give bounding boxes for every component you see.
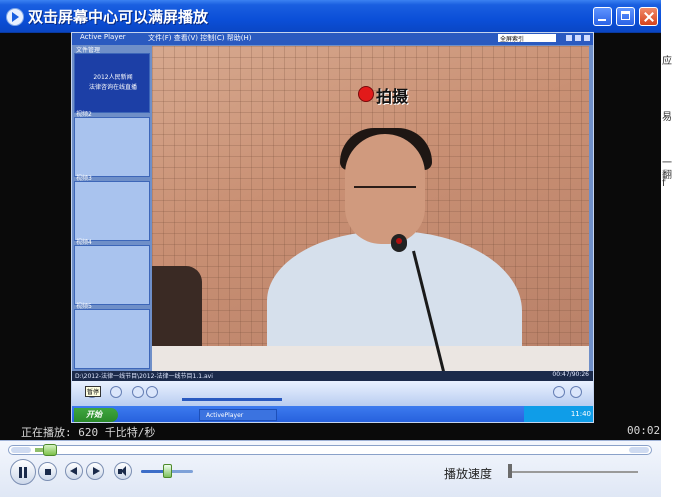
microphone-icon: [391, 234, 407, 252]
control-panel: 播放速度: [0, 440, 661, 497]
inner-maximize-icon: [575, 35, 581, 41]
inner-minimize-icon: [566, 35, 572, 41]
inner-thumbnail: 视频2: [74, 111, 150, 177]
mute-button[interactable]: [114, 462, 132, 480]
title-bar[interactable]: 双击屏幕中心可以满屏播放: [0, 0, 661, 33]
seek-thumb[interactable]: [43, 444, 57, 456]
thumbnail-text: 2012人民新闻: [93, 74, 133, 81]
glasses-shape: [354, 186, 416, 202]
speed-thumb[interactable]: [508, 464, 512, 478]
inner-app-name: Active Player: [80, 33, 126, 41]
inner-tooltip: 暂停: [85, 386, 102, 397]
inner-thumbnail: 视频5: [74, 303, 150, 369]
thumbnail-label: 视频4: [76, 239, 92, 246]
inner-task-item: ActivePlayer: [199, 409, 277, 421]
previous-button[interactable]: [65, 462, 83, 480]
player-window: 双击屏幕中心可以满屏播放 Active Player 文件(F) 查看(V) 控…: [0, 0, 661, 497]
volume-thumb[interactable]: [163, 464, 172, 478]
inner-thumbnail: 文件管理 2012人民新闻 法律咨询在线直播: [74, 47, 150, 113]
elapsed-time: 00:02: [627, 424, 661, 437]
volume-fill: [141, 470, 165, 473]
close-button[interactable]: [639, 7, 658, 26]
inner-clock: 11:40: [570, 410, 591, 418]
inner-settings-icon: [146, 386, 158, 398]
thumbnail-label: 视频2: [76, 111, 92, 118]
inner-taskbar: 开始 ActivePlayer 11:40: [72, 406, 593, 422]
playback-status: 正在播放: 620 千比特/秒: [21, 426, 156, 439]
inner-status-bar: D:\2012-法律一线节目\2012-法律一线节目1.1.avi 00:47/…: [72, 371, 593, 381]
inner-thumbnail-list: 文件管理 2012人民新闻 法律咨询在线直播 视频2 视频3 视频4 视频5: [74, 47, 151, 373]
pause-button[interactable]: [10, 459, 36, 485]
seek-forward-icon[interactable]: [629, 447, 649, 453]
seek-bar[interactable]: [8, 444, 652, 456]
seek-back-icon[interactable]: [11, 447, 31, 453]
app-play-icon[interactable]: [6, 8, 24, 26]
speaker-video-frame: 拍摄: [152, 46, 589, 371]
inner-start-button: 开始: [74, 408, 118, 422]
speed-label: 播放速度: [444, 467, 493, 481]
thumbnail-label: 文件管理: [76, 47, 101, 54]
inner-stop-icon: [110, 386, 122, 398]
pause-icon: [24, 467, 27, 478]
inner-thumbnail: 视频4: [74, 239, 150, 305]
status-bar: 正在播放: 620 千比特/秒 00:02: [0, 423, 661, 440]
thumbnail-label: 视频5: [76, 303, 92, 310]
desktop-text: 易: [662, 112, 672, 123]
next-button[interactable]: [86, 462, 104, 480]
desktop-text: f: [662, 178, 666, 189]
speed-slider[interactable]: [510, 471, 638, 473]
inner-time: 00:47/90:26: [552, 371, 589, 378]
desk-shape: [152, 346, 589, 371]
inner-select: 全屏索引: [498, 34, 556, 43]
pause-icon: [19, 467, 22, 478]
inner-fullscreen-icon: [132, 386, 144, 398]
inner-close-icon: [584, 35, 590, 41]
inner-file-path: D:\2012-法律一线节目\2012-法律一线节目1.1.avi: [75, 373, 213, 380]
thumbnail-text: 法律咨询在线直播: [88, 84, 137, 91]
desktop-text: 应: [662, 56, 672, 67]
inner-controls: 暂停: [72, 381, 593, 406]
recording-label: 拍摄: [376, 87, 409, 106]
video-area[interactable]: Active Player 文件(F) 查看(V) 控制(C) 帮助(H) 全屏…: [71, 32, 594, 423]
desktop-background: 应 易 一 翻 f: [659, 0, 673, 496]
window-title: 双击屏幕中心可以满屏播放: [28, 8, 209, 26]
inner-menu-bar: Active Player 文件(F) 查看(V) 控制(C) 帮助(H) 全屏…: [72, 33, 593, 45]
minimize-button[interactable]: [593, 7, 612, 26]
maximize-button[interactable]: [616, 7, 635, 26]
record-dot-icon: [358, 86, 374, 102]
thumbnail-label: 视频3: [76, 175, 92, 182]
inner-option-icon: [553, 386, 565, 398]
inner-thumbnail: 视频3: [74, 175, 150, 241]
inner-system-tray: 11:40: [524, 406, 593, 422]
stop-button[interactable]: [38, 462, 57, 481]
inner-option-icon: [570, 386, 582, 398]
inner-menu: 文件(F) 查看(V) 控制(C) 帮助(H): [148, 34, 252, 42]
inner-seek-bar: [182, 398, 282, 401]
